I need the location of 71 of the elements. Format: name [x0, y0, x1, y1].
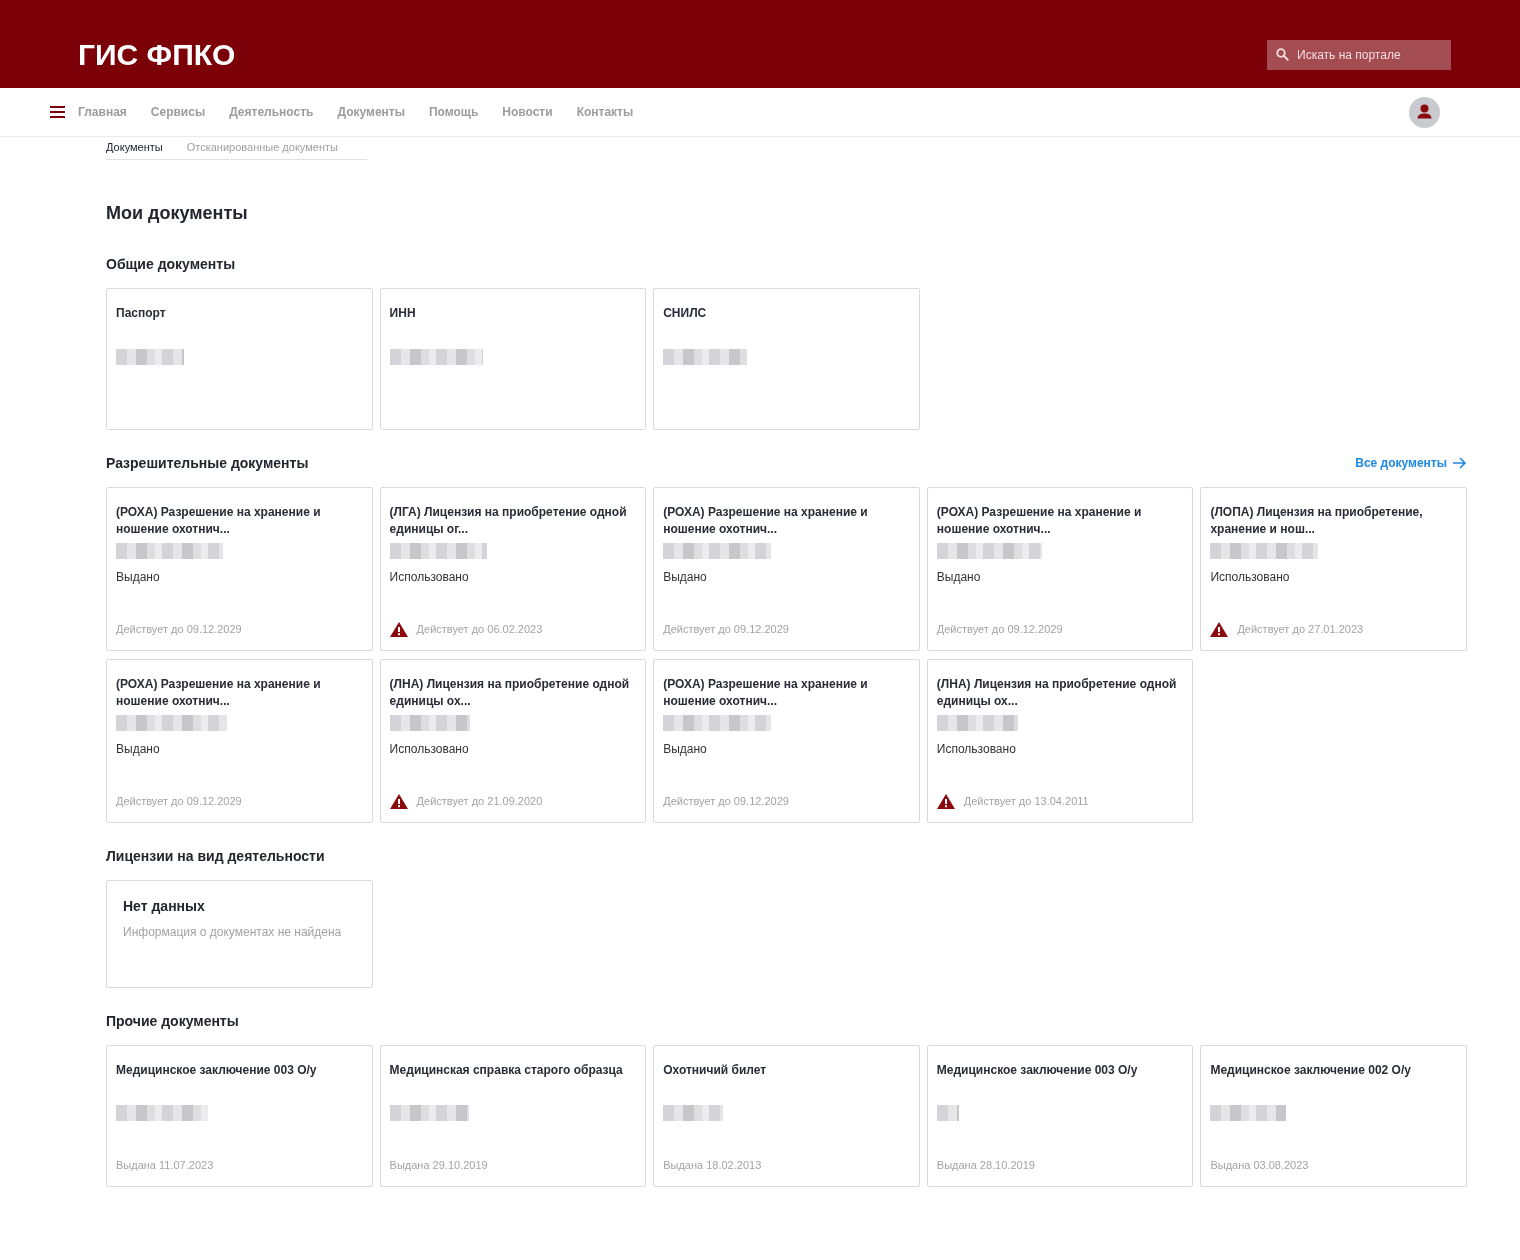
avatar-icon[interactable] [1409, 96, 1440, 128]
status-text: Выдано [116, 569, 160, 585]
document-card[interactable]: Медицинское заключение 003 О/у Выдана 11.07.2023 [106, 1045, 373, 1187]
validity-date: Действует до 13.04.2011 [963, 794, 1089, 809]
status-text: Выдано [663, 569, 707, 585]
arrow-right-icon [1453, 457, 1467, 469]
card-title: (ЛНА) Лицензия на приобретение одной единицы ох... [389, 676, 630, 710]
document-card[interactable]: Медицинская справка старого образца Выдана 29.10.2019 [379, 1045, 647, 1187]
validity-date: Действует до 09.12.2029 [936, 622, 1063, 637]
status-text: Выдано [936, 569, 981, 585]
issue-date: Выдана 18.02.2013 [663, 1158, 762, 1173]
document-card[interactable]: Паспорт [106, 288, 373, 430]
document-card[interactable]: (ЛОПА) Лицензия на приобретение, хранение и нош... Использовано Действует до 27.01.2023 [1200, 487, 1467, 651]
status-text: Использовано [389, 741, 469, 757]
document-card[interactable]: (ЛНА) Лицензия на приобретение одной единицы ох... Использовано Действует до 21.09.2020 [379, 659, 647, 823]
document-card[interactable]: ИНН [379, 288, 647, 430]
card-title: Медицинская справка старого образца [389, 1062, 623, 1079]
card-title: (ЛОПА) Лицензия на приобретение, хранение и нош... [1210, 504, 1424, 538]
document-card[interactable]: (РОХА) Разрешение на хранение и ношение охотнич... Выдано Действует до 09.12.2029 [106, 487, 373, 651]
document-card[interactable]: Медицинское заключение 002 О/у Выдана 03.08.2023 [1200, 1045, 1467, 1187]
document-card[interactable]: (ЛНА) Лицензия на приобретение одной единицы ох... Использовано Действует до 13.04.2011 [926, 659, 1194, 823]
validity-date: Действует до 09.12.2029 [116, 794, 242, 809]
section-title: Прочие документы [106, 1012, 239, 1030]
validity-date: Действует до 27.01.2023 [1237, 622, 1364, 637]
validity-date: Действует до 09.12.2029 [116, 622, 242, 637]
section-title: Лицензии на вид деятельности [106, 847, 325, 865]
issue-date: Выдана 28.10.2019 [936, 1158, 1035, 1173]
card-title: (ЛНА) Лицензия на приобретение одной единицы ох... [936, 676, 1177, 710]
card-title: (РОХА) Разрешение на хранение и ношение охотнич... [936, 504, 1143, 538]
section-title: Разрешительные документы [106, 454, 309, 472]
card-title: Медицинское заключение 003 О/у [116, 1062, 317, 1079]
document-card[interactable]: (РОХА) Разрешение на хранение и ношение охотнич... Выдано Действует до 09.12.2029 [926, 487, 1194, 651]
issue-date: Выдана 29.10.2019 [389, 1158, 488, 1173]
menu-icon[interactable] [50, 106, 65, 118]
document-card[interactable]: (РОХА) Разрешение на хранение и ношение охотнич... Выдано Действует до 09.12.2029 [653, 487, 920, 651]
validity-date: Действует до 09.12.2029 [663, 622, 789, 637]
card-title: ИНН [389, 305, 416, 322]
status-text: Использовано [936, 741, 1016, 757]
section-title: Общие документы [106, 255, 236, 273]
card-title: СНИЛС [663, 305, 707, 322]
document-card[interactable]: Охотничий билет Выдана 18.02.2013 [653, 1045, 920, 1187]
document-card[interactable]: (ЛГА) Лицензия на приобретение одной единицы ог... Использовано Действует до 06.02.2023 [379, 487, 647, 651]
card-title: Охотничий билет [663, 1062, 767, 1079]
document-card[interactable]: СНИЛС [653, 288, 920, 430]
card-title: Паспорт [116, 305, 166, 322]
page-title: Мои документы [106, 202, 248, 224]
tab[interactable]: Документы [106, 140, 163, 154]
document-card[interactable]: (РОХА) Разрешение на хранение и ношение охотнич... Выдано Действует до 09.12.2029 [106, 659, 373, 823]
card-title: (РОХА) Разрешение на хранение и ношение охотнич... [663, 676, 869, 710]
search-icon [1276, 48, 1289, 61]
card-title: Медицинское заключение 002 О/у [1210, 1062, 1411, 1079]
status-text: Выдано [663, 741, 707, 757]
document-card[interactable]: Медицинское заключение 003 О/у Выдана 28.10.2019 [926, 1045, 1194, 1187]
validity-date: Действует до 21.09.2020 [416, 794, 543, 809]
empty-title: Нет данных [123, 897, 205, 915]
card-title: Медицинское заключение 003 О/у [936, 1062, 1138, 1079]
issue-date: Выдана 11.07.2023 [116, 1158, 214, 1173]
document-card[interactable]: (РОХА) Разрешение на хранение и ношение охотнич... Выдано Действует до 09.12.2029 [653, 659, 920, 823]
status-text: Выдано [116, 741, 160, 757]
empty-message: Информация о документах не найдена [123, 924, 342, 940]
card-title: (РОХА) Разрешение на хранение и ношение охотнич... [116, 504, 322, 538]
issue-date: Выдана 03.08.2023 [1210, 1158, 1309, 1173]
card-title: (ЛГА) Лицензия на приобретение одной единицы ог... [389, 504, 628, 538]
status-text: Использовано [1210, 569, 1290, 585]
validity-date: Действует до 06.02.2023 [416, 622, 543, 637]
status-text: Использовано [389, 569, 469, 585]
validity-date: Действует до 09.12.2029 [663, 794, 789, 809]
logo-text[interactable]: ГИС ФПКО [78, 37, 236, 73]
card-title: (РОХА) Разрешение на хранение и ношение охотнич... [663, 504, 869, 538]
card-title: (РОХА) Разрешение на хранение и ношение охотнич... [116, 676, 322, 710]
all-documents-link[interactable]: Все документы [1355, 456, 1467, 470]
